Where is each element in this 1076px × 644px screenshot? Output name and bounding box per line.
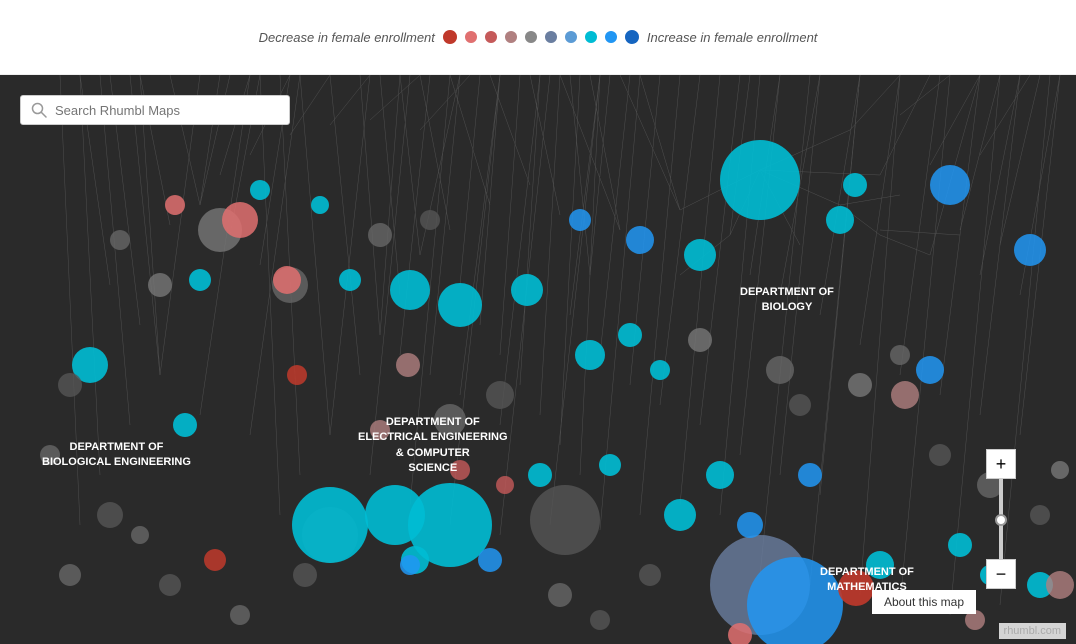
legend-dot-5 bbox=[545, 31, 557, 43]
map-container[interactable]: DEPARTMENT OFBIOLOGY DEPARTMENT OFELECTR… bbox=[0, 75, 1076, 644]
legend-dot-0 bbox=[443, 30, 457, 44]
legend-dot-1 bbox=[465, 31, 477, 43]
legend-dot-3 bbox=[505, 31, 517, 43]
legend-dot-6 bbox=[565, 31, 577, 43]
network-visualization bbox=[0, 75, 1076, 644]
search-input[interactable] bbox=[55, 103, 279, 118]
legend-dot-9 bbox=[625, 30, 639, 44]
legend: Decrease in female enrollment Increase i… bbox=[259, 30, 818, 45]
zoom-slider[interactable] bbox=[999, 479, 1003, 559]
legend-dot-8 bbox=[605, 31, 617, 43]
legend-left-label: Decrease in female enrollment bbox=[259, 30, 435, 45]
legend-dot-2 bbox=[485, 31, 497, 43]
header: Decrease in female enrollment Increase i… bbox=[0, 0, 1076, 75]
search-icon bbox=[31, 102, 47, 118]
legend-dot-4 bbox=[525, 31, 537, 43]
zoom-in-button[interactable]: + bbox=[986, 449, 1016, 479]
legend-right-label: Increase in female enrollment bbox=[647, 30, 818, 45]
rhumbl-credit: rhumbl.com bbox=[999, 623, 1066, 639]
zoom-controls[interactable]: + − bbox=[986, 449, 1016, 589]
about-button[interactable]: About this map bbox=[872, 590, 976, 614]
legend-dot-7 bbox=[585, 31, 597, 43]
zoom-handle[interactable] bbox=[995, 514, 1007, 526]
zoom-out-button[interactable]: − bbox=[986, 559, 1016, 589]
search-box[interactable] bbox=[20, 95, 290, 125]
